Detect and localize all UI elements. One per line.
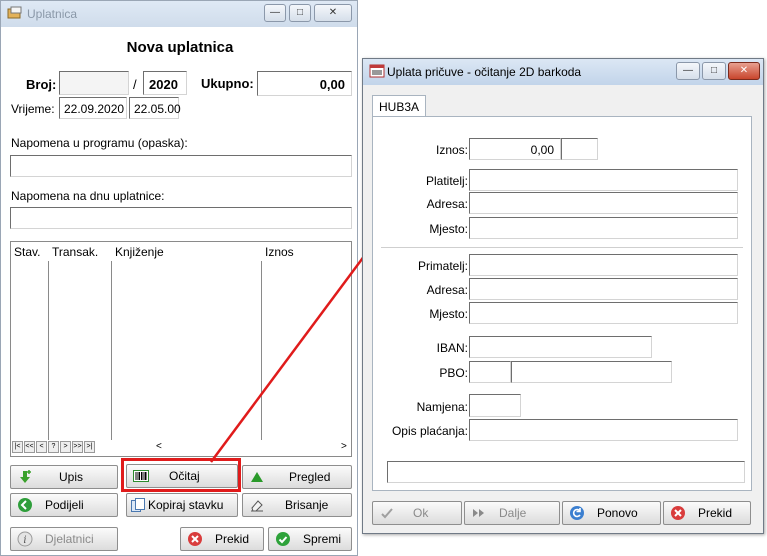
- barcode-scan-input[interactable]: [387, 461, 745, 483]
- cancel-icon: [671, 506, 685, 520]
- pbo-number-input[interactable]: [511, 361, 672, 383]
- double-arrow-right-icon: [473, 509, 484, 517]
- platitelj-adresa-input[interactable]: [469, 192, 738, 214]
- prekid-button[interactable]: Prekid: [663, 501, 751, 525]
- window-title: Uplata pričuve - očitanje 2D barkoda: [387, 65, 582, 79]
- platitelj-adresa-label: Adresa:: [426, 197, 468, 211]
- maximize-icon: □: [710, 65, 718, 76]
- checkmark-icon: [381, 508, 393, 519]
- iznos-label: Iznos:: [435, 143, 468, 157]
- platitelj-label: Platitelj:: [425, 174, 468, 188]
- platitelj-mjesto-input[interactable]: [469, 217, 738, 239]
- maximize-button[interactable]: □: [702, 62, 726, 80]
- app-icon: [369, 64, 385, 78]
- primatelj-adresa-input[interactable]: [469, 278, 738, 300]
- refresh-icon: [570, 506, 584, 520]
- dalje-button[interactable]: Dalje: [464, 501, 560, 525]
- primatelj-mjesto-label: Mjesto:: [429, 307, 468, 321]
- close-button[interactable]: ✕: [728, 62, 760, 80]
- iban-label: IBAN:: [436, 341, 468, 355]
- namjena-label: Namjena:: [416, 400, 468, 414]
- close-icon: ✕: [739, 65, 749, 76]
- divider: [381, 247, 743, 248]
- namjena-input[interactable]: [469, 394, 521, 417]
- platitelj-mjesto-label: Mjesto:: [429, 222, 468, 236]
- currency-input[interactable]: [561, 138, 598, 160]
- opis-placanja-label: Opis plaćanja:: [391, 424, 468, 438]
- iznos-input[interactable]: 0,00: [469, 138, 561, 160]
- pbo-model-input[interactable]: [469, 361, 511, 383]
- barcode-window: Uplata pričuve - očitanje 2D barkoda — □…: [362, 58, 764, 534]
- primatelj-input[interactable]: [469, 254, 738, 276]
- minimize-button[interactable]: —: [676, 62, 700, 80]
- platitelj-input[interactable]: [469, 169, 738, 191]
- hub3a-panel: Iznos: 0,00 Platitelj: Adresa: Mjesto: P…: [372, 116, 752, 491]
- primatelj-adresa-label: Adresa:: [426, 283, 468, 297]
- minimize-icon: —: [683, 65, 693, 76]
- ponovo-button[interactable]: Ponovo: [562, 501, 661, 525]
- ok-button[interactable]: Ok: [372, 501, 462, 525]
- primatelj-mjesto-input[interactable]: [469, 302, 738, 324]
- titlebar[interactable]: Uplata pričuve - očitanje 2D barkoda — □…: [363, 59, 763, 85]
- primatelj-label: Primatelj:: [417, 259, 468, 273]
- opis-placanja-input[interactable]: [469, 419, 738, 441]
- tab-hub3a[interactable]: HUB3A: [372, 95, 426, 117]
- pbo-label: PBO:: [439, 366, 468, 380]
- iban-input[interactable]: [469, 336, 652, 358]
